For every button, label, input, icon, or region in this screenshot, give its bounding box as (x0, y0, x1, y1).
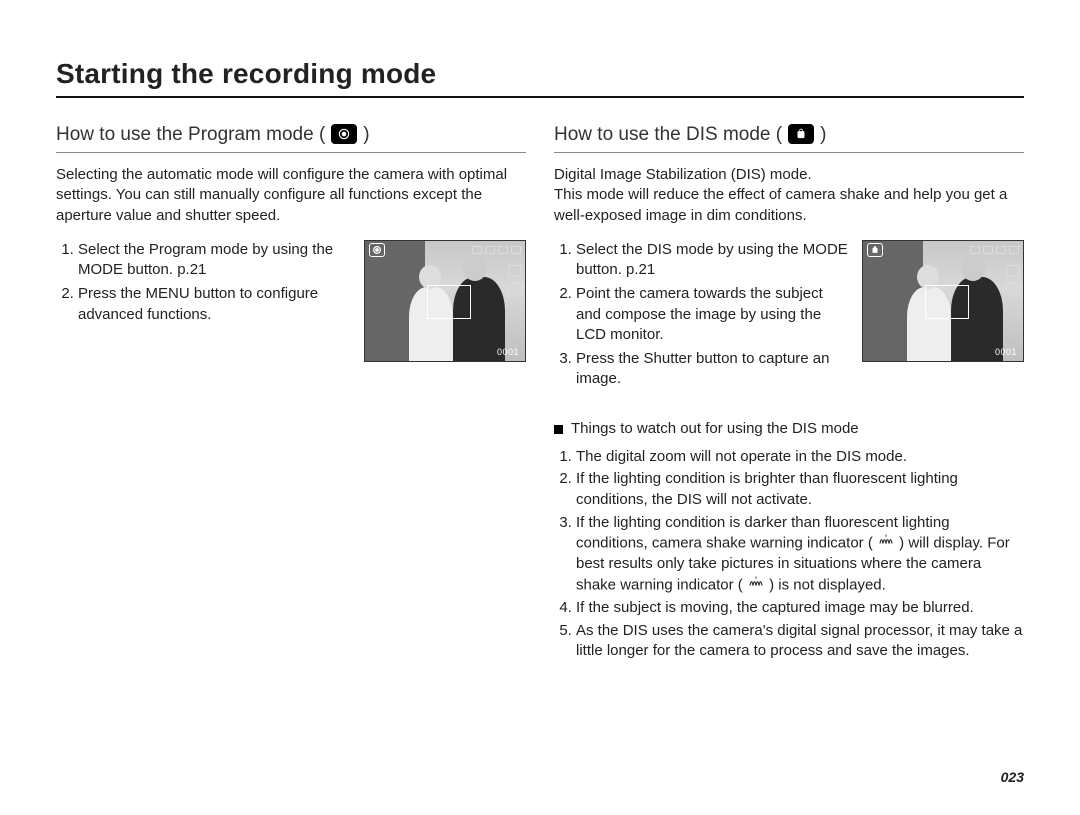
lcd-preview-dis: 0001 (862, 240, 1024, 362)
lcd-status-icon (485, 246, 495, 254)
lcd-status-icon (472, 246, 482, 254)
camera-shake-icon (877, 532, 895, 553)
page-number: 023 (1001, 769, 1024, 785)
heading-text-prefix: How to use the DIS mode ( (554, 124, 782, 146)
lcd-side-icon (1006, 265, 1020, 277)
manual-page: Starting the recording mode How to use t… (0, 0, 1080, 815)
list-item: Press the MENU button to configure advan… (78, 284, 350, 325)
two-column-layout: How to use the Program mode ( ) Selectin… (56, 124, 1024, 664)
lcd-status-icon (983, 246, 993, 254)
notes-heading-text: Things to watch out for using the DIS mo… (571, 420, 859, 437)
lcd-counter: 0001 (995, 347, 1017, 357)
heading-text-suffix: ) (363, 124, 369, 146)
lcd-status-icon (970, 246, 980, 254)
dis-notes-heading: Things to watch out for using the DIS mo… (554, 420, 1024, 437)
right-column: How to use the DIS mode ( ) Digital Imag… (554, 124, 1024, 664)
camera-shake-icon (747, 574, 765, 595)
dis-mode-heading: How to use the DIS mode ( ) (554, 124, 1024, 153)
list-item: If the lighting condition is brighter th… (576, 469, 1024, 510)
list-item: Press the Shutter button to capture an i… (576, 349, 848, 390)
program-mode-heading: How to use the Program mode ( ) (56, 124, 526, 153)
lcd-side-icon (508, 265, 522, 277)
lcd-status-icon (498, 246, 508, 254)
lcd-battery-icon (1009, 246, 1019, 254)
lcd-side-icon (508, 283, 522, 295)
program-steps-list: Select the Program mode by using the MOD… (56, 240, 350, 329)
list-item: As the DIS uses the camera's digital sig… (576, 621, 1024, 662)
list-item: Select the DIS mode by using the MODE bu… (576, 240, 848, 281)
note-text-post: ) is not displayed. (769, 576, 886, 593)
dis-steps-list: Select the DIS mode by using the MODE bu… (554, 240, 848, 394)
lcd-mode-badge-icon (369, 243, 385, 257)
lcd-side-icon (1006, 283, 1020, 295)
list-item: Point the camera towards the subject and… (576, 284, 848, 345)
list-item: Select the Program mode by using the MOD… (78, 240, 350, 281)
list-item: The digital zoom will not operate in the… (576, 447, 1024, 468)
lcd-battery-icon (511, 246, 521, 254)
heading-text-suffix: ) (820, 124, 826, 146)
program-steps-row: Select the Program mode by using the MOD… (56, 240, 526, 362)
program-mode-icon (331, 124, 357, 144)
page-title: Starting the recording mode (56, 58, 1024, 98)
list-item: If the lighting condition is darker than… (576, 513, 1024, 596)
dis-steps-row: Select the DIS mode by using the MODE bu… (554, 240, 1024, 394)
lcd-mode-badge-icon (867, 243, 883, 257)
dis-notes-list: The digital zoom will not operate in the… (554, 447, 1024, 663)
dis-mode-icon (788, 124, 814, 144)
heading-text-prefix: How to use the Program mode ( (56, 124, 325, 146)
square-bullet-icon (554, 425, 563, 434)
lcd-status-icon (996, 246, 1006, 254)
lcd-counter: 0001 (497, 347, 519, 357)
left-column: How to use the Program mode ( ) Selectin… (56, 124, 526, 664)
dis-mode-blurb: Digital Image Stabilization (DIS) mode. … (554, 165, 1024, 226)
program-mode-blurb: Selecting the automatic mode will config… (56, 165, 526, 226)
lcd-preview-program: 0001 (364, 240, 526, 362)
list-item: If the subject is moving, the captured i… (576, 598, 1024, 619)
